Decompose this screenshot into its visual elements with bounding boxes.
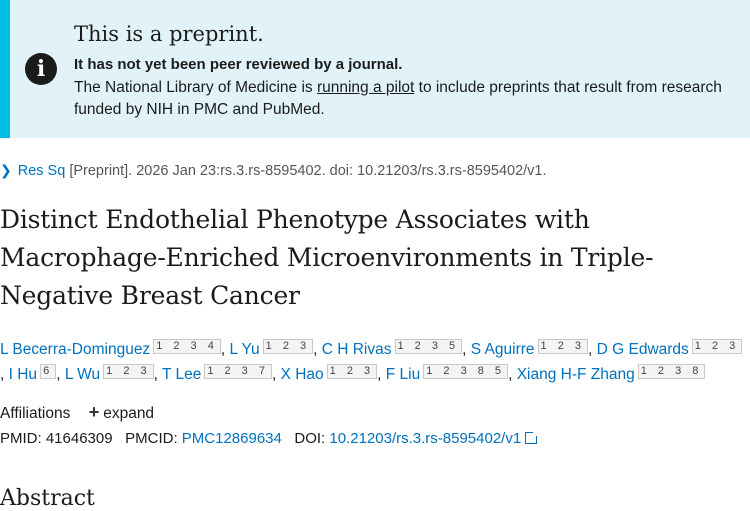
doi-label: DOI: xyxy=(294,430,326,447)
author-link[interactable]: C H Rivas xyxy=(322,341,392,358)
pmcid-label: PMCID: xyxy=(125,430,178,447)
affiliation-numbers[interactable]: 1 2 3 xyxy=(103,364,154,379)
author-entry: L Yu 1 2 3 xyxy=(229,339,314,358)
external-link-icon[interactable] xyxy=(525,430,540,444)
author-link[interactable]: L Yu xyxy=(229,341,259,358)
author-entry: C H Rivas 1 2 3 5 xyxy=(322,339,463,358)
pmid-label: PMID: xyxy=(0,430,42,447)
author-entry: X Hao 1 2 3 xyxy=(281,364,378,383)
affiliation-numbers[interactable]: 1 2 3 8 xyxy=(637,364,706,379)
author-link[interactable]: S Aguirre xyxy=(471,341,535,358)
affiliation-numbers[interactable]: 1 2 3 4 xyxy=(153,339,221,354)
doi-link[interactable]: 10.21203/rs.3.rs-8595402/v1 xyxy=(329,430,521,447)
info-icon: i xyxy=(25,53,57,85)
article-title: Distinct Endothelial Phenotype Associate… xyxy=(0,205,654,310)
author-entry: L Becerra-Dominguez 1 2 3 4 xyxy=(0,339,221,358)
running-pilot-link[interactable]: running a pilot xyxy=(317,79,414,96)
identifiers-row: PMID: 41646309 PMCID: PMC12869634 DOI: 1… xyxy=(0,430,540,447)
pmid-value: 41646309 xyxy=(45,430,113,447)
author-entry: I Hu 6 xyxy=(9,364,57,383)
author-link[interactable]: T Lee xyxy=(162,366,201,383)
author-link[interactable]: F Liu xyxy=(386,366,420,383)
affiliation-numbers[interactable]: 1 2 3 8 5 xyxy=(423,364,509,379)
affiliations-label: Affiliations xyxy=(0,405,71,422)
author-link[interactable]: D G Edwards xyxy=(597,341,689,358)
banner-text-before: The National Library of Medicine is xyxy=(74,79,317,96)
author-entry: D G Edwards 1 2 3 xyxy=(597,339,743,358)
banner-title: This is a preprint. xyxy=(74,22,264,46)
author-entry: Xiang H-F Zhang 1 2 3 8 xyxy=(517,364,706,383)
journal-link[interactable]: Res Sq xyxy=(18,163,66,179)
pmcid-link[interactable]: PMC12869634 xyxy=(182,430,282,447)
affiliation-numbers[interactable]: 1 2 3 7 xyxy=(204,364,272,379)
affiliation-numbers[interactable]: 1 2 3 5 xyxy=(394,339,463,354)
abstract-heading: Abstract xyxy=(0,486,95,511)
affiliation-numbers[interactable]: 1 2 3 xyxy=(326,364,378,379)
affiliation-numbers[interactable]: 1 2 3 xyxy=(537,339,588,354)
banner-strong-text: It has not yet been peer reviewed by a j… xyxy=(74,56,403,73)
affiliation-numbers[interactable]: 6 xyxy=(40,364,57,379)
author-entry: T Lee 1 2 3 7 xyxy=(162,364,272,383)
banner-accent-bar xyxy=(0,0,10,138)
author-entry: L Wu 1 2 3 xyxy=(65,364,154,383)
banner-text: The National Library of Medicine is runn… xyxy=(74,77,744,121)
citation-details: [Preprint]. 2026 Jan 23:rs.3.rs-8595402.… xyxy=(69,163,547,179)
author-link[interactable]: Xiang H-F Zhang xyxy=(517,366,635,383)
affiliation-numbers[interactable]: 1 2 3 xyxy=(691,339,743,354)
preprint-banner: i This is a preprint. It has not yet bee… xyxy=(0,0,750,138)
citation-line: ❯ Res Sq [Preprint]. 2026 Jan 23:rs.3.rs-… xyxy=(0,162,547,179)
author-link[interactable]: L Becerra-Dominguez xyxy=(0,341,150,358)
author-link[interactable]: L Wu xyxy=(65,366,100,383)
author-entry: F Liu 1 2 3 8 5 xyxy=(386,364,509,383)
expand-button[interactable]: expand xyxy=(103,405,154,422)
chevron-right-icon: ❯ xyxy=(0,162,12,178)
author-link[interactable]: I Hu xyxy=(9,366,37,383)
plus-icon[interactable]: + xyxy=(89,402,100,422)
affiliations-row: Affiliations + expand xyxy=(0,402,154,423)
affiliation-numbers[interactable]: 1 2 3 xyxy=(262,339,314,354)
author-list: L Becerra-Dominguez 1 2 3 4, L Yu 1 2 3, C… xyxy=(0,337,745,387)
author-link[interactable]: X Hao xyxy=(281,366,324,383)
author-entry: S Aguirre 1 2 3 xyxy=(471,339,588,358)
